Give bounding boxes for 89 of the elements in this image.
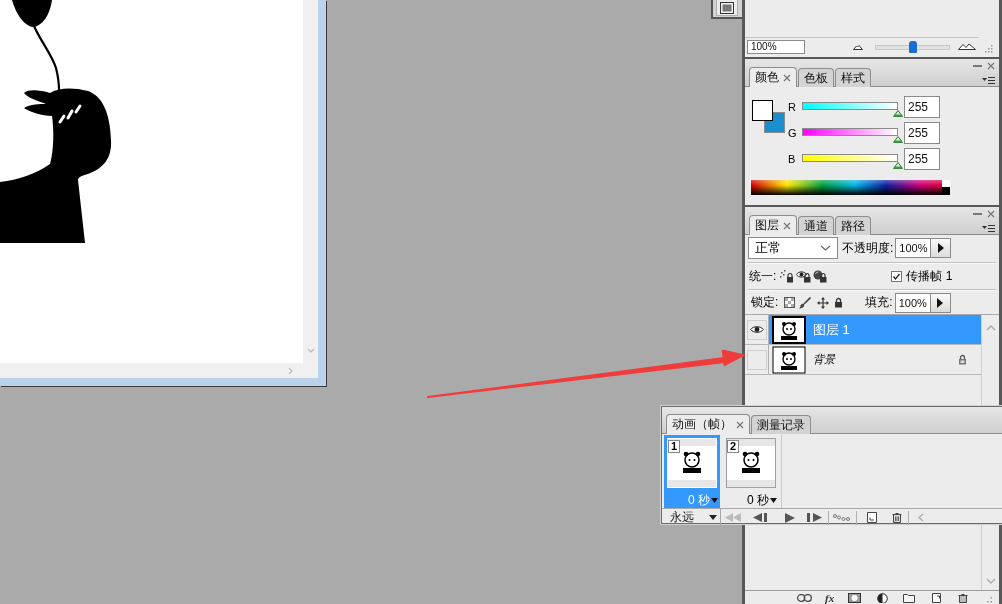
panel-menu-icon[interactable]: [982, 224, 995, 233]
new-frame-icon[interactable]: [867, 512, 877, 523]
channel-value-field[interactable]: 255: [904, 148, 940, 170]
fill-field[interactable]: 100%: [894, 292, 931, 313]
panel-tab[interactable]: 测量记录: [751, 415, 811, 434]
eye-icon: [749, 325, 764, 334]
slider-thumb[interactable]: [893, 162, 903, 169]
panel-tab[interactable]: 动画（帧）: [666, 414, 750, 434]
close-icon[interactable]: [987, 210, 995, 218]
triangle-right-icon: [937, 297, 944, 308]
slider-thumb[interactable]: [893, 136, 903, 143]
panel-tab[interactable]: 路径: [835, 216, 871, 235]
animation-frame[interactable]: 1 0 秒: [664, 435, 720, 508]
loop-dropdown[interactable]: 永远: [662, 509, 721, 526]
visibility-toggle[interactable]: [746, 349, 767, 370]
zoom-slider[interactable]: [875, 40, 950, 53]
channel-value-field[interactable]: 255: [904, 96, 940, 118]
panel-tab[interactable]: 颜色: [749, 67, 797, 87]
panel-menu-icon[interactable]: [982, 76, 995, 85]
next-frame-icon[interactable]: [807, 513, 822, 522]
frame-thumbnail-drawing: [726, 438, 776, 488]
opacity-field[interactable]: 100%: [895, 238, 932, 258]
mountain-icon[interactable]: [853, 43, 863, 50]
frame-number: 1: [668, 440, 681, 453]
layer-row[interactable]: 背景: [745, 345, 981, 375]
frame-delay-button[interactable]: 0 秒: [747, 492, 779, 509]
horizontal-scrollbar[interactable]: [0, 363, 318, 378]
unify-label: 统一:: [749, 267, 777, 285]
close-icon[interactable]: [736, 420, 744, 429]
tween-icon[interactable]: [833, 514, 850, 521]
opacity-label: 不透明度:: [842, 239, 894, 257]
brush-icon[interactable]: [799, 296, 812, 309]
panel-tab[interactable]: 图层: [749, 215, 797, 235]
layer-thumbnail-drawing: [772, 315, 806, 344]
visibility-toggle[interactable]: [746, 319, 767, 340]
propagate-frame-label: 传播帧 1: [906, 267, 953, 285]
new-page-icon[interactable]: [932, 593, 942, 603]
layer-thumbnail-drawing: [772, 345, 806, 374]
eye-padlock-icon[interactable]: [796, 269, 812, 283]
vertical-scrollbar[interactable]: [303, 0, 318, 363]
link-icon[interactable]: [797, 594, 812, 602]
blend-mode-dropdown[interactable]: 正常: [748, 237, 838, 259]
move-icon[interactable]: [817, 296, 830, 309]
previous-frame-icon[interactable]: [753, 513, 768, 522]
panel-tab[interactable]: 色板: [798, 68, 834, 87]
slider-thumb[interactable]: [893, 110, 903, 117]
resize-grip-icon[interactable]: [985, 44, 993, 53]
chevron-down-icon: [820, 245, 831, 251]
caret-down-icon: [709, 515, 717, 520]
mountains-icon[interactable]: [958, 43, 976, 50]
layer-style-button[interactable]: fx: [825, 593, 835, 603]
trash-icon[interactable]: [958, 593, 969, 603]
padlock-icon[interactable]: [834, 297, 844, 308]
color-spectrum-bar[interactable]: [751, 180, 950, 195]
color-swatches-icon[interactable]: [752, 100, 785, 133]
mask-icon[interactable]: [848, 593, 862, 603]
channel-label: B: [788, 153, 797, 165]
caret-down-icon: [711, 498, 718, 503]
animation-frame[interactable]: 2 0 秒: [723, 435, 779, 508]
dots-padlock-icon[interactable]: [780, 269, 795, 283]
panel-tab[interactable]: 通道: [798, 216, 834, 235]
navigator-panel-button[interactable]: [716, 0, 738, 16]
triangle-right-icon: [937, 243, 944, 253]
layer-name: 背景: [813, 352, 835, 367]
close-icon[interactable]: [987, 62, 995, 70]
slider-thumb[interactable]: [908, 40, 917, 53]
close-icon[interactable]: [783, 73, 791, 82]
frame-thumbnail-drawing: [667, 438, 717, 488]
fill-label: 填充:: [865, 294, 893, 311]
channel-label: G: [788, 127, 797, 139]
close-icon[interactable]: [783, 221, 791, 230]
panel-tab[interactable]: 样式: [835, 68, 871, 87]
checkerboard-icon[interactable]: [784, 297, 796, 308]
fill-slider-button[interactable]: [930, 292, 951, 313]
opacity-slider-button[interactable]: [931, 238, 952, 258]
lock-label: 锁定:: [751, 294, 779, 311]
propagate-checkbox[interactable]: [891, 270, 903, 282]
caret-down-icon: [770, 498, 777, 503]
play-icon[interactable]: [785, 512, 795, 523]
zoom-field[interactable]: 100%: [747, 39, 805, 54]
trash-icon[interactable]: [892, 512, 902, 523]
monitor-icon: [720, 1, 734, 14]
resize-grip-icon[interactable]: [986, 597, 993, 603]
channel-label: R: [788, 101, 797, 113]
frame-number: 2: [727, 440, 740, 453]
folder-icon[interactable]: [903, 593, 916, 603]
layer-name: 图层 1: [813, 320, 850, 339]
channel-value-field[interactable]: 255: [904, 122, 940, 144]
ball-padlock-icon[interactable]: [813, 269, 828, 283]
